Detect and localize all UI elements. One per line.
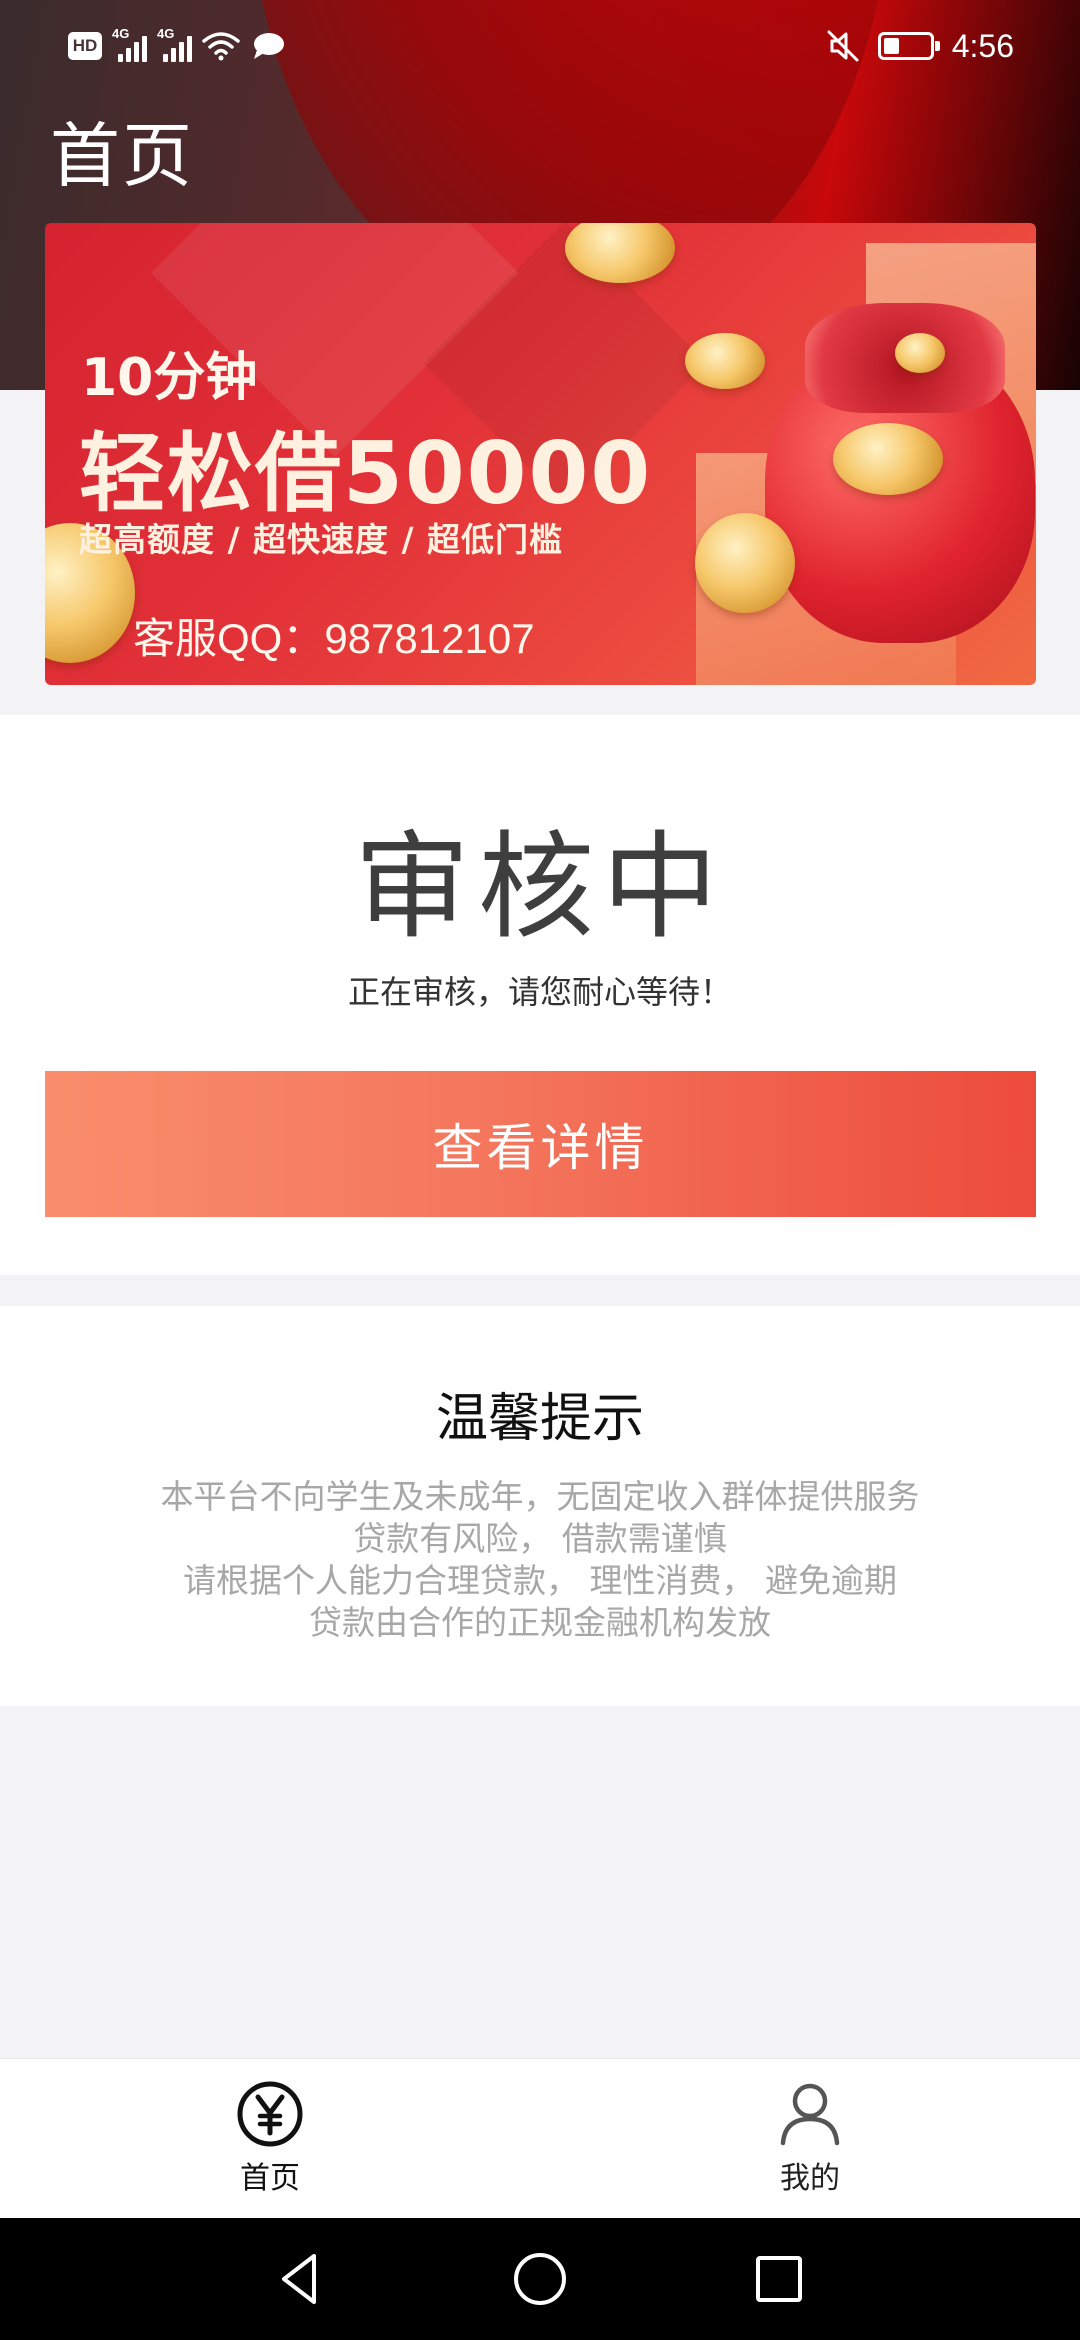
tip-line: 请根据个人能力合理贷款， 理性消费， 避免逾期 [183,1561,897,1600]
review-status-subtitle: 正在审核，请您耐心等待！ [347,973,732,1011]
status-left-group: HD 4G 4G [68,26,286,66]
status-right-group: 4:56 [826,24,1014,68]
bottom-tab-bar: 首页 我的 [0,2058,1080,2218]
banner-headline-small: 10分钟 [81,348,258,408]
tips-text: 本平台不向学生及未成年，无固定收入群体提供服务 贷款有风险， 借款需谨慎 请根据… [0,1476,1080,1644]
coin-illustration [685,333,765,389]
signal-icon: 4G [157,26,192,62]
system-nav-bar [0,2218,1080,2340]
battery-fill [883,38,899,54]
tab-mine-label: 我的 [780,2161,840,2196]
recents-square-icon[interactable] [746,2246,812,2312]
message-icon [254,33,284,59]
review-status-title: 审核中 [354,820,726,955]
wifi-icon [202,32,240,61]
yen-circle-icon [237,2081,303,2147]
tip-line: 贷款由合作的正规金融机构发放 [309,1603,771,1642]
battery-icon [877,32,940,60]
promo-banner[interactable]: 10分钟 轻松借50000 超高额度 / 超快速度 / 超低门槛 客服QQ：98… [45,223,1036,685]
status-time: 4:56 [951,27,1014,64]
tab-home-label: 首页 [240,2161,300,2196]
banner-headline-large: 轻松借50000 [79,424,653,524]
tips-card: 温馨提示 本平台不向学生及未成年，无固定收入群体提供服务 贷款有风险， 借款需谨… [0,1306,1080,1706]
home-circle-icon[interactable] [507,2246,573,2312]
hd-icon: HD [68,32,102,60]
review-status-card: 审核中 正在审核，请您耐心等待！ 查看详情 [0,715,1080,1275]
tab-home[interactable]: 首页 [170,2069,370,2209]
tips-title: 温馨提示 [435,1389,644,1449]
page-title: 首页 [50,115,194,197]
view-details-button[interactable]: 查看详情 [45,1071,1036,1217]
tip-line: 本平台不向学生及未成年，无固定收入群体提供服务 [160,1477,920,1516]
banner-tagline: 超高额度 / 超快速度 / 超低门槛 [79,520,564,559]
coin-illustration [895,333,945,373]
status-bar: HD 4G 4G 4:56 [0,0,1080,90]
back-triangle-icon[interactable] [268,2246,334,2312]
coin-illustration [833,423,943,495]
signal-icon: 4G [112,26,147,62]
banner-contact-qq: 客服QQ：987812107 [133,615,535,662]
network-type-label: 4G [157,26,175,41]
mute-icon [827,30,859,62]
tab-mine[interactable]: 我的 [710,2069,910,2209]
person-icon [780,2083,840,2146]
network-type-label: 4G [112,26,130,41]
coin-illustration [695,513,795,613]
tip-line: 贷款有风险， 借款需谨慎 [353,1519,727,1558]
